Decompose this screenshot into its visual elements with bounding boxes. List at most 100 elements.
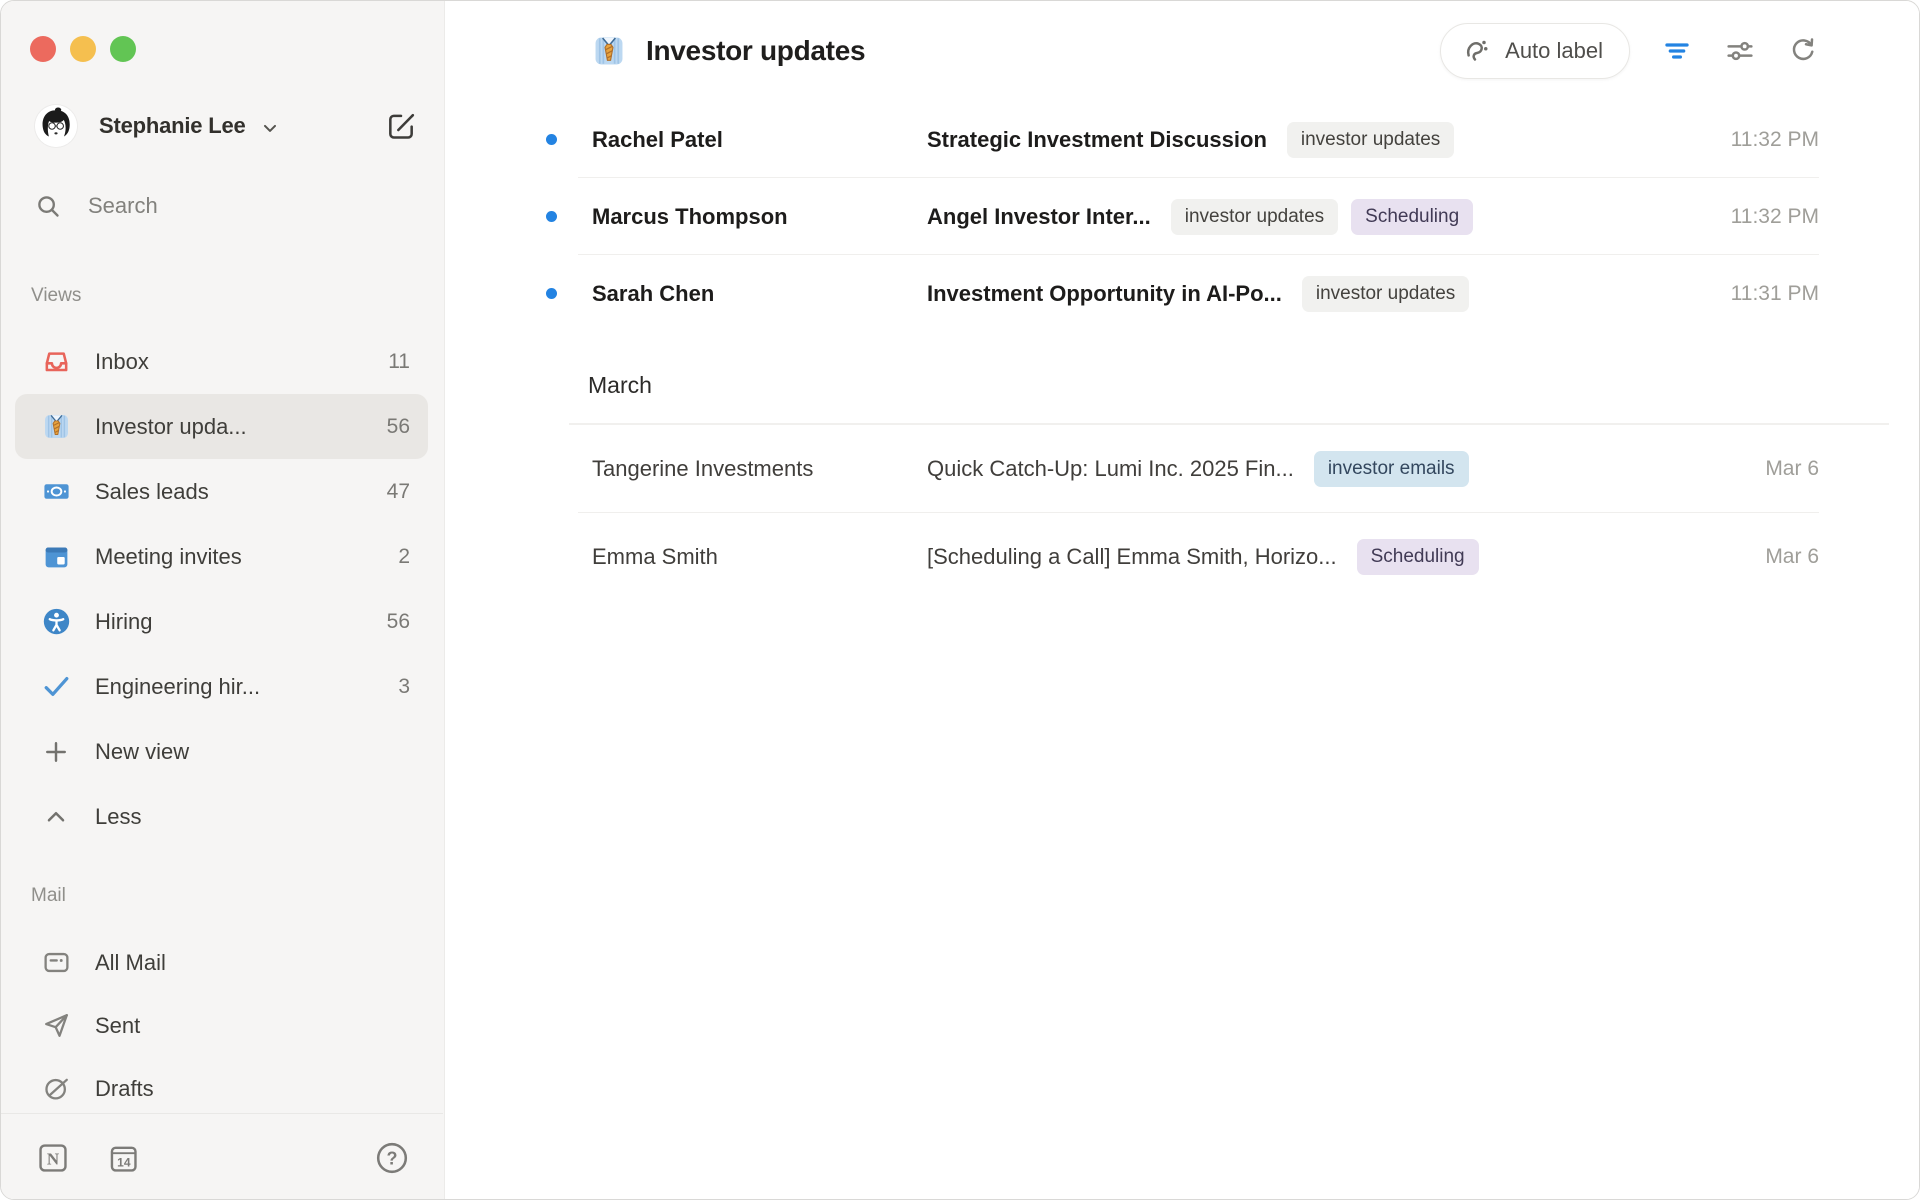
plus-icon (41, 737, 71, 767)
new-view-label: New view (95, 739, 189, 765)
unread-count: 47 (387, 480, 410, 504)
label-tag[interactable]: Scheduling (1357, 539, 1479, 575)
necktie-icon (41, 412, 71, 442)
unread-count: 56 (387, 415, 410, 439)
sidebar-item-label: All Mail (95, 950, 166, 976)
sender: Rachel Patel (592, 127, 927, 153)
label-tag[interactable]: investor updates (1171, 199, 1338, 235)
main-content: Investor updates Auto label (446, 1, 1919, 1199)
sidebar: Stephanie Lee Search Views (1, 1, 445, 1200)
window-controls (30, 36, 136, 62)
account-name: Stephanie Lee (99, 113, 246, 139)
avatar (35, 105, 77, 147)
unread-count: 3 (398, 675, 410, 699)
mail-row[interactable]: Tangerine Investments Quick Catch-Up: Lu… (446, 425, 1919, 513)
app-window: Stephanie Lee Search Views (0, 0, 1920, 1200)
chevron-up-icon (41, 802, 71, 832)
timestamp: 11:32 PM (1707, 128, 1819, 152)
filter-icon[interactable] (1661, 35, 1693, 67)
views-nav: Inbox 11 Investor upda... 56 (15, 329, 428, 849)
sidebar-item-label: Sales leads (95, 479, 209, 505)
checkmark-icon (41, 672, 71, 702)
draft-pencil-icon (41, 1074, 71, 1104)
sidebar-item-drafts[interactable]: Drafts (15, 1057, 428, 1120)
search-placeholder: Search (88, 193, 158, 219)
sidebar-item-label: Inbox (95, 349, 149, 375)
sidebar-item-engineering-hiring[interactable]: Engineering hir... 3 (15, 654, 428, 719)
svg-text:?: ? (387, 1149, 398, 1169)
minimize-window-button[interactable] (70, 36, 96, 62)
sender: Sarah Chen (592, 281, 927, 307)
sidebar-item-inbox[interactable]: Inbox 11 (15, 329, 428, 394)
sidebar-item-label: Meeting invites (95, 544, 242, 570)
show-less-button[interactable]: Less (15, 784, 428, 849)
sidebar-item-all-mail[interactable]: All Mail (15, 931, 428, 994)
sidebar-item-meeting-invites[interactable]: Meeting invites 2 (15, 524, 428, 589)
mail-row[interactable]: Marcus Thompson Angel Investor Inter... … (446, 178, 1919, 255)
label-tag[interactable]: investor emails (1314, 451, 1469, 487)
mail-list: Rachel Patel Strategic Investment Discus… (446, 101, 1919, 601)
sender: Marcus Thompson (592, 204, 927, 230)
unread-dot (546, 288, 557, 299)
inbox-tray-icon (41, 347, 71, 377)
timestamp: 11:32 PM (1707, 205, 1819, 229)
sidebar-item-sales-leads[interactable]: Sales leads 47 (15, 459, 428, 524)
banknote-icon (41, 477, 71, 507)
sidebar-item-investor-updates[interactable]: Investor upda... 56 (15, 394, 428, 459)
mail-nav: All Mail Sent Drafts (15, 931, 428, 1120)
show-less-label: Less (95, 804, 141, 830)
compose-icon[interactable] (384, 109, 418, 143)
notion-app-icon[interactable]: N (35, 1140, 71, 1176)
month-label: March (588, 372, 652, 399)
close-window-button[interactable] (30, 36, 56, 62)
envelope-icon (41, 948, 71, 978)
mail-row[interactable]: Sarah Chen Investment Opportunity in AI-… (446, 255, 1919, 332)
paper-plane-icon (41, 1011, 71, 1041)
chevron-down-icon (260, 118, 280, 138)
sidebar-item-label: Sent (95, 1013, 140, 1039)
views-section-label: Views (31, 285, 81, 307)
notion-calendar-icon[interactable]: 14 (105, 1140, 141, 1176)
sidebar-item-label: Drafts (95, 1076, 154, 1102)
sidebar-item-hiring[interactable]: Hiring 56 (15, 589, 428, 654)
sidebar-item-sent[interactable]: Sent (15, 994, 428, 1057)
page-title: Investor updates (646, 35, 865, 67)
svg-text:14: 14 (117, 1156, 131, 1170)
unread-count: 56 (387, 610, 410, 634)
subject: Strategic Investment Discussion (927, 127, 1267, 153)
account-switcher[interactable]: Stephanie Lee (35, 100, 418, 152)
subject: Investment Opportunity in AI-Po... (927, 281, 1282, 307)
refresh-icon[interactable] (1787, 35, 1819, 67)
zoom-window-button[interactable] (110, 36, 136, 62)
auto-label-text: Auto label (1505, 38, 1603, 64)
sender: Emma Smith (592, 544, 927, 570)
accessibility-icon (41, 607, 71, 637)
unread-dot (546, 134, 557, 145)
subject: [Scheduling a Call] Emma Smith, Horizo..… (927, 544, 1337, 570)
timestamp: Mar 6 (1741, 457, 1819, 481)
label-tag[interactable]: investor updates (1302, 276, 1469, 312)
timestamp: 11:31 PM (1707, 282, 1819, 306)
search-input[interactable]: Search (35, 183, 418, 229)
search-icon (35, 193, 62, 220)
sidebar-footer: N 14 ? (35, 1135, 410, 1181)
unread-count: 11 (388, 350, 410, 374)
view-header: Investor updates Auto label (446, 1, 1919, 101)
unread-count: 2 (398, 545, 410, 569)
sliders-icon[interactable] (1724, 35, 1756, 67)
auto-label-wand-icon (1463, 36, 1493, 66)
help-icon[interactable]: ? (374, 1140, 410, 1176)
sender: Tangerine Investments (592, 456, 927, 482)
new-view-button[interactable]: New view (15, 719, 428, 784)
mail-row[interactable]: Emma Smith [Scheduling a Call] Emma Smit… (446, 513, 1919, 601)
timestamp: Mar 6 (1741, 545, 1819, 569)
month-section-header: March (446, 332, 1919, 425)
unread-dot (546, 211, 557, 222)
sidebar-item-label: Investor upda... (95, 414, 247, 440)
auto-label-button[interactable]: Auto label (1440, 23, 1630, 79)
label-tag[interactable]: Scheduling (1351, 199, 1473, 235)
label-tag[interactable]: investor updates (1287, 122, 1454, 158)
sidebar-item-label: Engineering hir... (95, 674, 260, 700)
svg-text:N: N (47, 1150, 60, 1169)
mail-row[interactable]: Rachel Patel Strategic Investment Discus… (446, 101, 1919, 178)
